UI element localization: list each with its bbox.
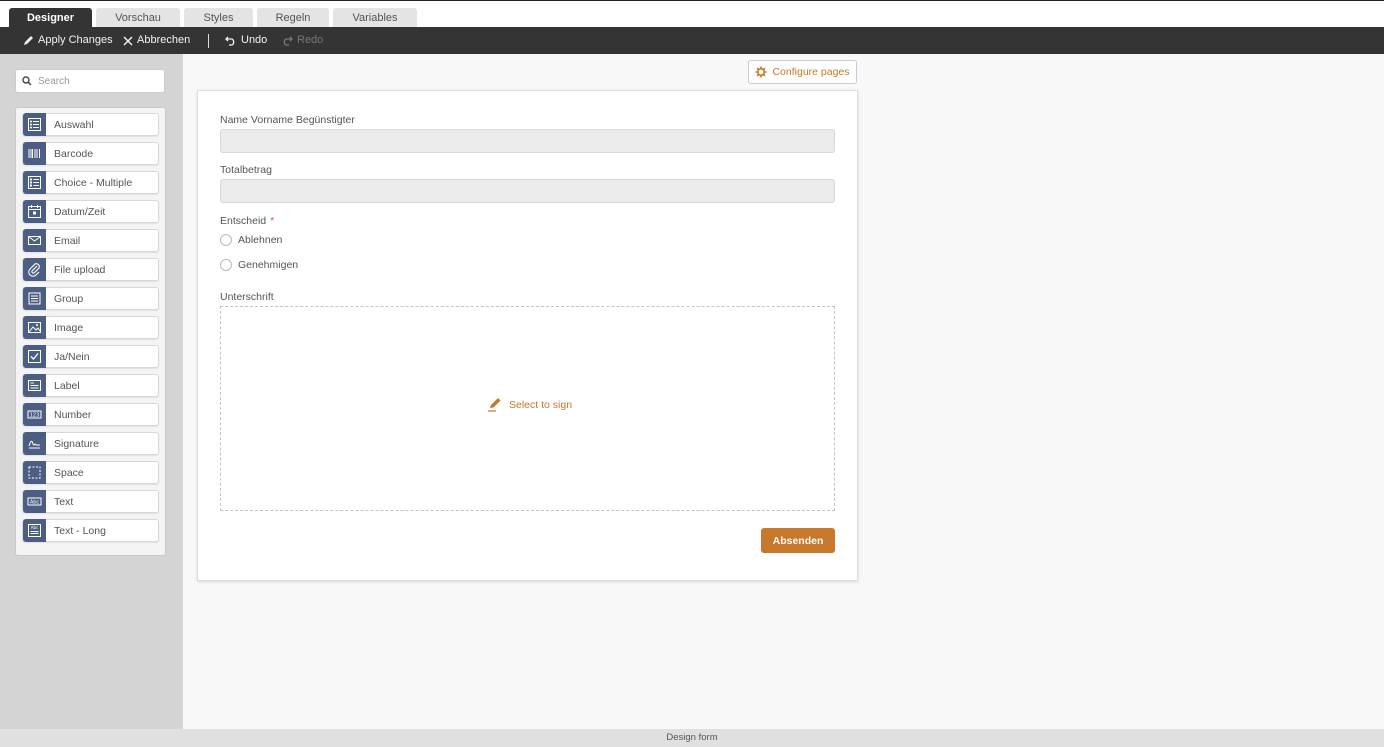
radio-button[interactable] [220,234,232,246]
radio-option-ablehnen[interactable]: Ablehnen [220,234,282,246]
palette-item-label: Group [54,292,84,305]
field-label-decision: Entscheid * [220,215,274,227]
tab-variables[interactable]: Variables [333,8,417,28]
checklist-icon [23,171,46,194]
radio-button[interactable] [220,259,232,271]
svg-text:Abc: Abc [31,525,38,530]
palette-item-label[interactable]: Label [22,374,159,397]
palette-item-number[interactable]: 123 Number [22,403,159,426]
palette-item-label: Image [54,321,84,334]
field-label-name: Name Vorname Begünstigter [220,114,355,126]
apply-changes-button[interactable]: Apply Changes [23,27,113,54]
radio-option-label: Genehmigen [238,259,299,271]
envelope-icon [23,229,46,252]
undo-button[interactable]: Undo [225,27,267,54]
redo-label: Redo [297,34,324,46]
palette-item-label: Datum/Zeit [54,205,106,218]
gear-icon [755,66,767,78]
palette-item-signature[interactable]: Signature [22,432,159,455]
sidebar: Auswahl Barcode Choice - Multiple Datum/… [0,54,183,729]
undo-icon [225,36,235,46]
palette-item-auswahl[interactable]: Auswahl [22,113,159,136]
palette-item-label: Label [54,379,80,392]
radio-option-label: Ablehnen [238,234,283,246]
pencil-icon [24,36,33,45]
search-input[interactable] [38,75,148,87]
select-to-sign-label: Select to sign [509,399,573,411]
field-label-signature: Unterschrift [220,291,274,303]
palette-item-label: Text [54,495,74,508]
palette-item-label: File upload [54,263,106,276]
palette-item-file-upload[interactable]: File upload [22,258,159,281]
palette-item-label: Space [54,466,84,479]
radio-option-genehmigen[interactable]: Genehmigen [220,259,298,271]
palette-item-text[interactable]: Abc Text [22,490,159,513]
palette-item-label: Auswahl [54,118,94,131]
barcode-icon [23,142,46,165]
tab-designer[interactable]: Designer [9,8,92,28]
palette-item-label: Choice - Multiple [54,176,133,189]
palette-item-label: Barcode [54,147,94,160]
list-icon [23,113,46,136]
cancel-label: Abbrechen [137,34,191,46]
field-label-total: Totalbetrag [220,164,272,176]
signature-pad[interactable]: Select to sign [220,306,835,511]
svg-text:123: 123 [30,413,40,419]
search-box [15,69,165,93]
palette-item-space[interactable]: Space [22,461,159,484]
svg-text:Abc: Abc [30,500,40,506]
signature-icon [23,432,46,455]
toolbar-divider [208,34,209,48]
required-marker: * [270,215,275,227]
configure-pages-button[interactable]: Configure pages [748,60,857,84]
text-icon: Abc [23,490,46,513]
tab-styles[interactable]: Styles [184,8,253,28]
close-icon [123,35,133,46]
image-icon [23,316,46,339]
submit-button[interactable]: Absenden [761,528,835,553]
tab-bar: Designer Vorschau Styles Regeln Variable… [0,0,1384,28]
redo-icon [283,36,293,46]
palette-item-label: Number [54,408,92,421]
status-footer: Design form [0,729,1384,747]
total-input[interactable] [220,179,835,203]
tab-regeln[interactable]: Regeln [257,8,329,28]
configure-pages-label: Configure pages [772,66,850,78]
decision-label-text: Entscheid [220,215,267,227]
palette-item-label: Signature [54,437,99,450]
calendar-icon [23,200,46,223]
palette-item-label: Text - Long [54,524,106,537]
palette-item-ja-nein[interactable]: Ja/Nein [22,345,159,368]
search-icon [22,76,32,86]
palette-item-group[interactable]: Group [22,287,159,310]
name-input[interactable] [220,129,835,153]
pen-icon [488,398,501,412]
palette-item-email[interactable]: Email [22,229,159,252]
component-palette: Auswahl Barcode Choice - Multiple Datum/… [15,107,166,556]
palette-item-label: Ja/Nein [54,350,90,363]
toolbar: Apply Changes Abbrechen Undo Redo [0,27,1384,54]
palette-item-choice-multiple[interactable]: Choice - Multiple [22,171,159,194]
palette-item-image[interactable]: Image [22,316,159,339]
palette-item-label: Email [54,234,81,247]
form-canvas: Name Vorname Begünstigter Totalbetrag En… [197,90,858,581]
tab-vorschau[interactable]: Vorschau [96,8,180,28]
group-icon [23,287,46,310]
text-long-icon: Abc [23,519,46,542]
space-icon [23,461,46,484]
number-icon: 123 [23,403,46,426]
undo-label: Undo [241,34,268,46]
palette-item-text-long[interactable]: Abc Text - Long [22,519,159,542]
redo-button[interactable]: Redo [281,27,323,54]
select-to-sign-link[interactable]: Select to sign [487,397,572,413]
apply-changes-label: Apply Changes [38,34,113,46]
palette-item-datum-zeit[interactable]: Datum/Zeit [22,200,159,223]
paperclip-icon [23,258,46,281]
label-icon [23,374,46,397]
cancel-button[interactable]: Abbrechen [123,27,190,54]
checkbox-icon [23,345,46,368]
palette-item-barcode[interactable]: Barcode [22,142,159,165]
